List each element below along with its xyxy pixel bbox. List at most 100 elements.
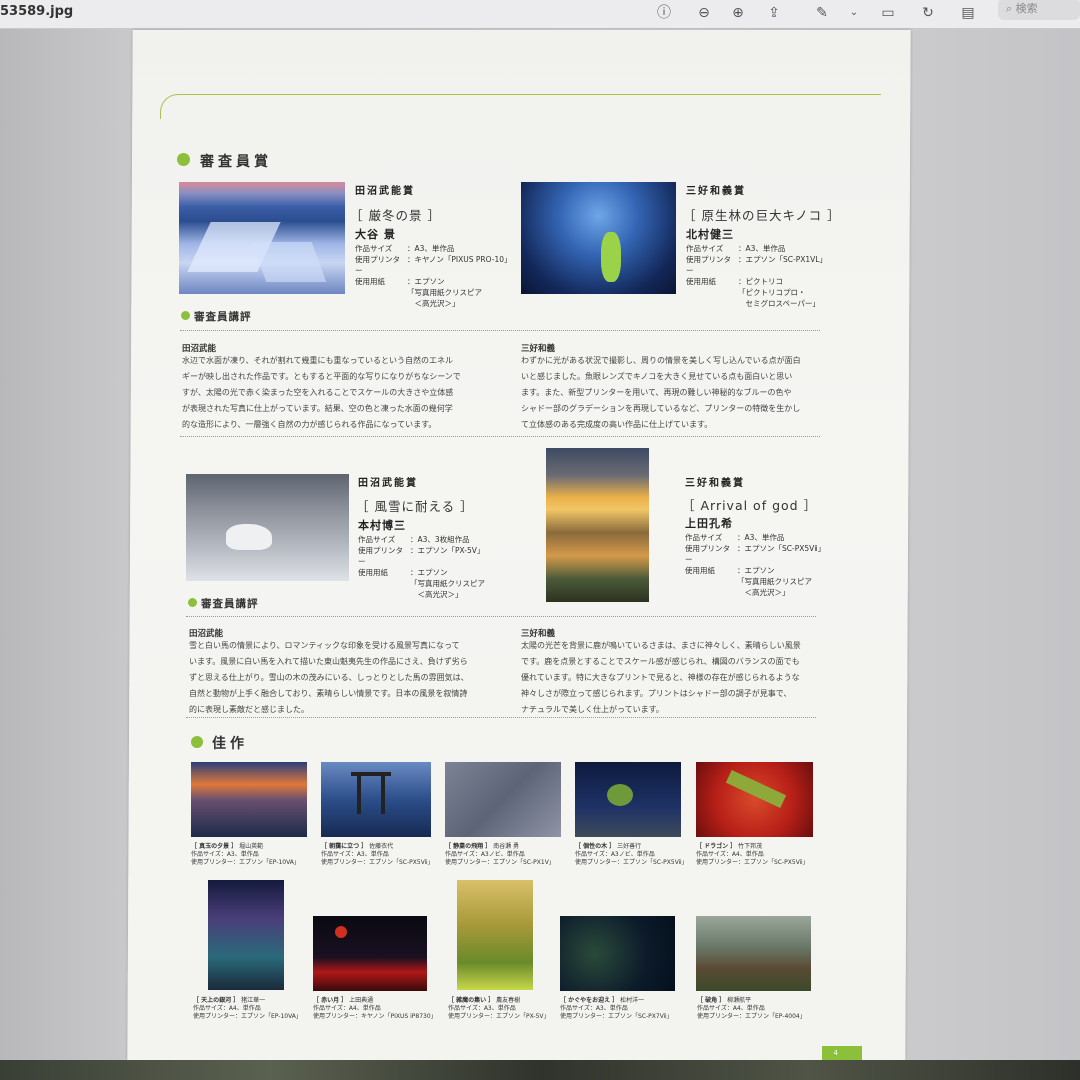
good-work-printer: 使用プリンター：エプソン「SC-PX1V」 bbox=[445, 859, 555, 866]
review-comment: 水辺で水面が凍り、それが割れて幾重にも重なっているという自然のエネル ギーが映し出… bbox=[182, 353, 502, 433]
spec-value: ：A3、3枚組作品 bbox=[410, 535, 470, 544]
share-icon[interactable]: ⇪ bbox=[764, 3, 784, 23]
good-work-title: ［ 静粛の飛翔 ］ bbox=[445, 843, 492, 850]
crop-icon[interactable]: ▭ bbox=[878, 3, 898, 23]
review-line: 的に表現し素敵だと感じました。 bbox=[189, 705, 309, 714]
section-bullet-icon bbox=[191, 736, 203, 748]
work-title: ［ Arrival of god ］ bbox=[682, 498, 818, 513]
good-work-printer: 使用プリンター：エプソン「SC-PX5Vⅱ」 bbox=[575, 859, 688, 866]
good-work-author: 竹下邦茂 bbox=[738, 843, 763, 850]
review-comment: 雪と白い馬の情景により、ロマンティックな印象を受ける風景写真になって います。風景… bbox=[189, 638, 509, 718]
review-line: ます。また、新型プリンターを用いて、再現の難しい神秘的なブルーの色や bbox=[521, 388, 792, 397]
good-work-size: 作品サイズ：A4、単作品 bbox=[313, 1005, 381, 1012]
spec-row: ＜高光沢＞」 bbox=[685, 587, 825, 598]
search-input[interactable]: ⌕ 検索 bbox=[998, 0, 1080, 20]
work-specs: 作品サイズ ：A3、3枚組作品 使用プリンター ：エプソン「PX-5V」 使用用紙 ：エプ… bbox=[358, 534, 485, 600]
review-line: いと感じました。魚眼レンズでキノコを大きく見せている点も面白いと思い bbox=[521, 372, 793, 381]
zoom-out-icon[interactable]: ⊖ bbox=[694, 3, 714, 23]
good-work-size: 作品サイズ：A3、単作品 bbox=[321, 851, 389, 858]
good-work-size: 作品サイズ：A3、単作品 bbox=[448, 1005, 516, 1012]
good-work-caption: ［ 雑魔の集い ］ 農友春樹 作品サイズ：A3、単作品 使用プリンター：エプソン「P… bbox=[448, 997, 550, 1021]
spec-value: ：エプソン bbox=[407, 277, 445, 286]
good-work-photo bbox=[696, 762, 813, 837]
spec-value: ：エプソン bbox=[410, 568, 448, 577]
spec-value: ＜高光沢＞」 bbox=[737, 588, 790, 597]
section-bullet-icon bbox=[177, 153, 190, 166]
award-name: 三好和義賞 bbox=[685, 478, 745, 489]
good-work-printer: 使用プリンター：エプソン「SC-PX7Vⅱ」 bbox=[560, 1013, 673, 1020]
review-line: シャドー部のグラデーションを再現しているなど、プリンターの特徴を生かし bbox=[521, 404, 801, 413]
good-work-author: 堀山英範 bbox=[239, 843, 264, 850]
spec-key: 使用用紙 bbox=[358, 568, 388, 577]
spec-key: 作品サイズ bbox=[358, 535, 396, 544]
spec-key: 使用プリンター bbox=[685, 544, 730, 564]
good-work-photo bbox=[191, 762, 307, 837]
good-work-printer: 使用プリンター：エプソン「EP-10VA」 bbox=[191, 859, 300, 866]
form-icon[interactable]: ▤ bbox=[958, 3, 978, 23]
spec-key bbox=[358, 578, 410, 589]
spec-row: 使用プリンター ：エプソン「PX-5V」 bbox=[358, 545, 485, 567]
spec-row: ＜高光沢＞」 bbox=[358, 589, 485, 600]
spec-row: セミグロスペーパー」 bbox=[686, 298, 827, 309]
review-line: 神々しさが際立って感じられます。プリントはシャドー部の調子が見事で、 bbox=[521, 689, 792, 698]
spec-value: ：ピクトリコ bbox=[738, 277, 783, 286]
good-work-printer: 使用プリンター：エプソン「SC-PX5Vⅱ」 bbox=[696, 859, 809, 866]
viewer-toolbar: 53589.jpg ⓘ ⊖ ⊕ ⇪ ✎ ⌄ ▭ ↻ ▤ ⌕ 検索 bbox=[0, 0, 1080, 29]
spec-value: ：エプソン「PX-5V」 bbox=[410, 546, 485, 555]
review-line: です。鹿を点景とすることでスケール感が感じられ、構図のバランスの面でも bbox=[521, 657, 800, 666]
review-comment: わずかに光がある状況で撮影し、周りの情景を美しく写し込んでいる点が面白 いと感じま… bbox=[521, 353, 831, 433]
good-work-printer: 使用プリンター：エプソン「EP-4004」 bbox=[697, 1013, 806, 1020]
good-work-author: 南谷瀬 勇 bbox=[493, 843, 520, 850]
spec-row: 「写真用紙クリスピア bbox=[355, 287, 512, 298]
header-rule bbox=[160, 94, 881, 119]
info-icon[interactable]: ⓘ bbox=[654, 3, 674, 23]
work-specs: 作品サイズ ：A3、単作品 使用プリンター ：エプソン「SC-PX1VL」 使用用紙 ：ピ… bbox=[686, 243, 827, 309]
award-name: 三好和義賞 bbox=[686, 186, 746, 197]
caption-title-line: ［ 個性の木 ］ 三好善行 bbox=[575, 843, 688, 851]
caption-title-line: ［ 天上の銀河 ］ 猪江華一 bbox=[193, 997, 302, 1005]
good-work-printer: 使用プリンター：エプソン「SC-PX5Vⅱ」 bbox=[321, 859, 434, 866]
good-work-title: ［ 朝靄に立つ ］ bbox=[321, 843, 368, 850]
chevron-down-icon[interactable]: ⌄ bbox=[844, 3, 864, 23]
rotate-icon[interactable]: ↻ bbox=[918, 3, 938, 23]
divider bbox=[180, 330, 820, 331]
spec-value: セミグロスペーパー」 bbox=[738, 299, 820, 308]
spec-key: 作品サイズ bbox=[355, 244, 393, 253]
spec-value: ：A3、単作品 bbox=[407, 244, 455, 253]
spec-row: 使用用紙 ：エプソン bbox=[355, 276, 512, 287]
caption-title-line: ［ ドラゴン ］ 竹下邦茂 bbox=[696, 843, 809, 851]
good-work-caption: ［ 天上の銀河 ］ 猪江華一 作品サイズ：A4、単作品 使用プリンター：エプソン「E… bbox=[193, 997, 302, 1021]
award-name: 田沼武能賞 bbox=[358, 478, 418, 489]
window-title: 53589.jpg bbox=[0, 4, 74, 19]
review-line: 太陽の光芒を背景に鹿が鳴いているさまは、まさに神々しく、素晴らしい風景 bbox=[521, 641, 801, 650]
spec-row: 作品サイズ ：A3、3枚組作品 bbox=[358, 534, 485, 545]
good-work-photo bbox=[445, 762, 561, 837]
spec-key bbox=[686, 287, 738, 298]
desktop-background-strip bbox=[0, 1060, 1080, 1080]
spec-row: 使用用紙 ：ピクトリコ bbox=[686, 276, 827, 287]
good-work-title: ［ 天上の銀河 ］ bbox=[193, 997, 240, 1004]
photo-arrival-of-god bbox=[546, 448, 649, 602]
spec-value: 「写真用紙クリスピア bbox=[737, 577, 812, 586]
spec-value: ：A3、単作品 bbox=[737, 533, 785, 542]
good-work-printer: 使用プリンター：キヤノン「PIXUS iP8730」 bbox=[313, 1013, 437, 1020]
good-work-title: ［ 雑魔の集い ］ bbox=[448, 997, 495, 1004]
spec-row: 作品サイズ ：A3、単作品 bbox=[355, 243, 512, 254]
spec-value: ：キヤノン「PIXUS PRO-10」 bbox=[407, 255, 512, 264]
spec-key: 使用用紙 bbox=[686, 277, 716, 286]
good-work-caption: ［ 真玉の夕景 ］ 堀山英範 作品サイズ：A3、単作品 使用プリンター：エプソン「E… bbox=[191, 843, 300, 867]
review-line: 優れています。特に大きなプリントで見ると、神様の存在が感じられるような bbox=[521, 673, 800, 682]
zoom-in-icon[interactable]: ⊕ bbox=[728, 3, 748, 23]
good-work-photo bbox=[208, 880, 284, 990]
divider bbox=[186, 616, 816, 617]
good-work-author: 農友春樹 bbox=[496, 997, 521, 1004]
review-bullet-icon bbox=[188, 598, 197, 607]
work-title: ［ 厳冬の景 ］ bbox=[350, 208, 441, 223]
review-heading: 審査員講評 bbox=[201, 598, 259, 610]
author-name: 北村健三 bbox=[686, 228, 734, 241]
spec-value: 「写真用紙クリスピア bbox=[410, 579, 485, 588]
spec-row: 使用プリンター ：キヤノン「PIXUS PRO-10」 bbox=[355, 254, 512, 276]
markup-pen-icon[interactable]: ✎ bbox=[812, 3, 832, 23]
review-line: わずかに光がある状況で撮影し、周りの情景を美しく写し込んでいる点が面白 bbox=[521, 356, 801, 365]
spec-key bbox=[685, 576, 737, 587]
